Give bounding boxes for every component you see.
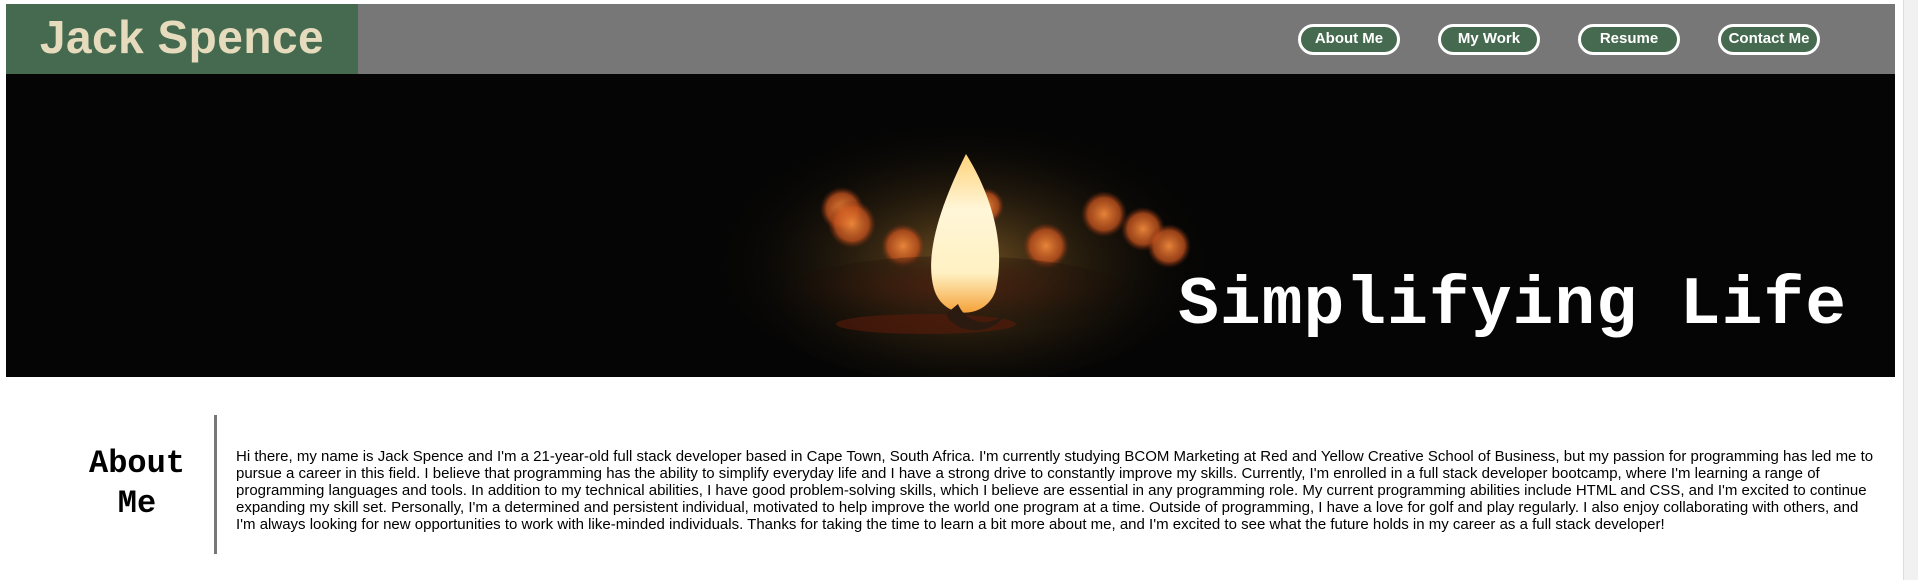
nav-my-work-button[interactable]: My Work <box>1438 24 1540 55</box>
main-nav: About Me My Work Resume Contact Me <box>1298 24 1820 55</box>
brand-block[interactable]: Jack Spence <box>6 4 358 74</box>
hero-tagline: Simplifying Life <box>1178 267 1847 344</box>
about-divider <box>214 415 217 554</box>
about-paragraph: Hi there, my name is Jack Spence and I'm… <box>236 448 1874 533</box>
nav-resume-button[interactable]: Resume <box>1578 24 1680 55</box>
page-scrollbar[interactable] <box>1903 0 1918 580</box>
about-heading-line1: About <box>88 445 185 482</box>
nav-contact-me-button[interactable]: Contact Me <box>1718 24 1820 55</box>
site-title: Jack Spence <box>39 11 325 63</box>
page: Jack Spence About Me My Work Resume Cont… <box>0 0 1918 580</box>
header-bar: Jack Spence About Me My Work Resume Cont… <box>6 4 1895 74</box>
about-heading: About Me <box>70 444 204 524</box>
about-heading-line2: Me <box>117 485 157 522</box>
nav-about-me-button[interactable]: About Me <box>1298 24 1400 55</box>
hero-banner: Simplifying Life <box>6 74 1895 377</box>
